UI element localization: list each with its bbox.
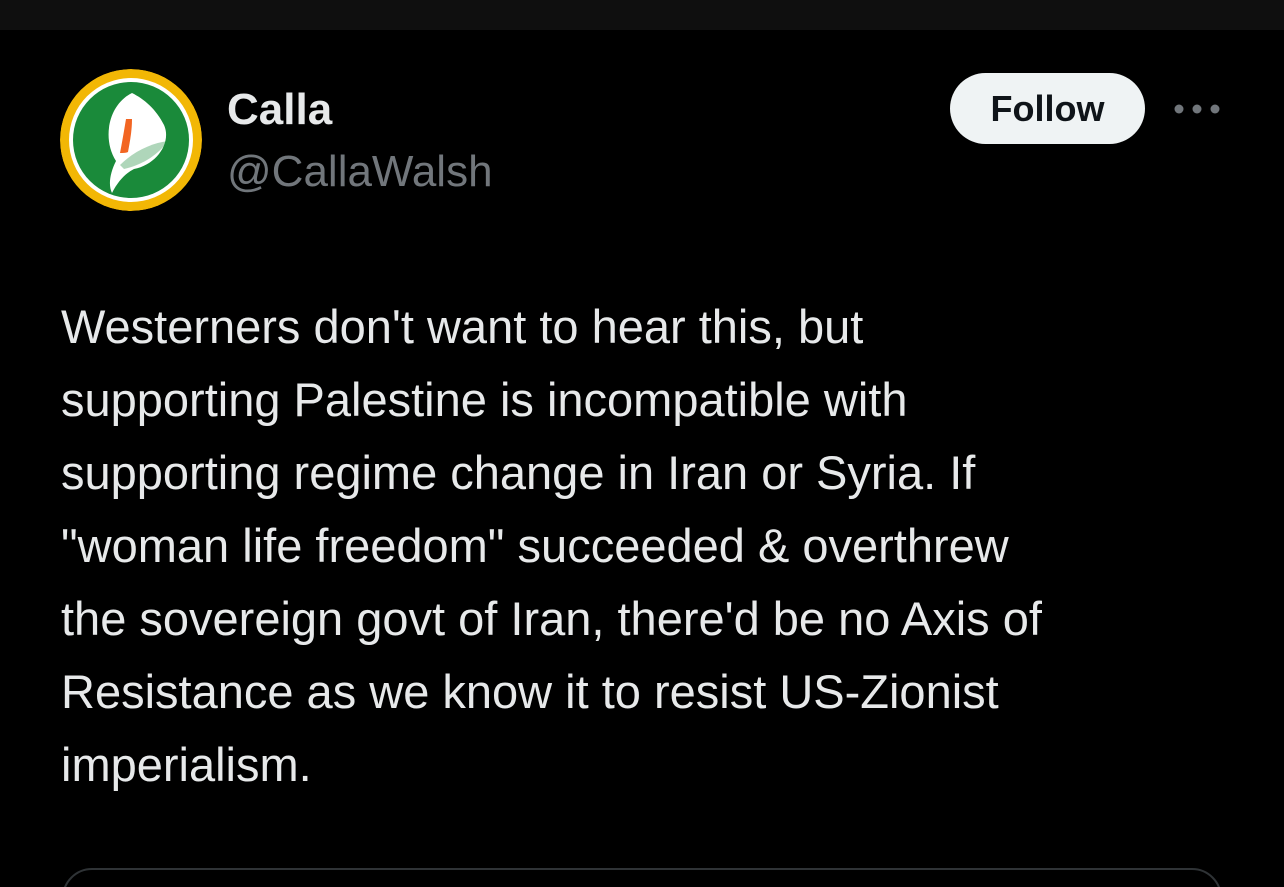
tweet-line: the sovereign govt of Iran, there'd be n…: [61, 592, 1042, 645]
tweet-line: imperialism.: [61, 738, 312, 791]
tweet-line: Westerners don't want to hear this, but: [61, 300, 864, 353]
tweet-text: Westerners don't want to hear this, but …: [61, 290, 1241, 801]
quoted-media-card[interactable]: [62, 868, 1222, 887]
display-name[interactable]: Calla: [227, 84, 332, 136]
tweet-line: "woman life freedom" succeeded & overthr…: [61, 519, 1009, 572]
more-options-button[interactable]: [1172, 94, 1222, 124]
tweet-screen: Calla @CallaWalsh Follow Westerners don'…: [0, 0, 1284, 887]
tweet-line: supporting regime change in Iran or Syri…: [61, 446, 976, 499]
ellipsis-icon: [1174, 104, 1220, 114]
user-handle[interactable]: @CallaWalsh: [227, 146, 493, 198]
tweet-line: Resistance as we know it to resist US-Zi…: [61, 665, 999, 718]
follow-button[interactable]: Follow: [950, 73, 1145, 144]
calla-lily-icon: [60, 69, 202, 211]
top-bar: [0, 0, 1284, 30]
avatar[interactable]: [60, 69, 202, 211]
tweet-line: supporting Palestine is incompatible wit…: [61, 373, 908, 426]
